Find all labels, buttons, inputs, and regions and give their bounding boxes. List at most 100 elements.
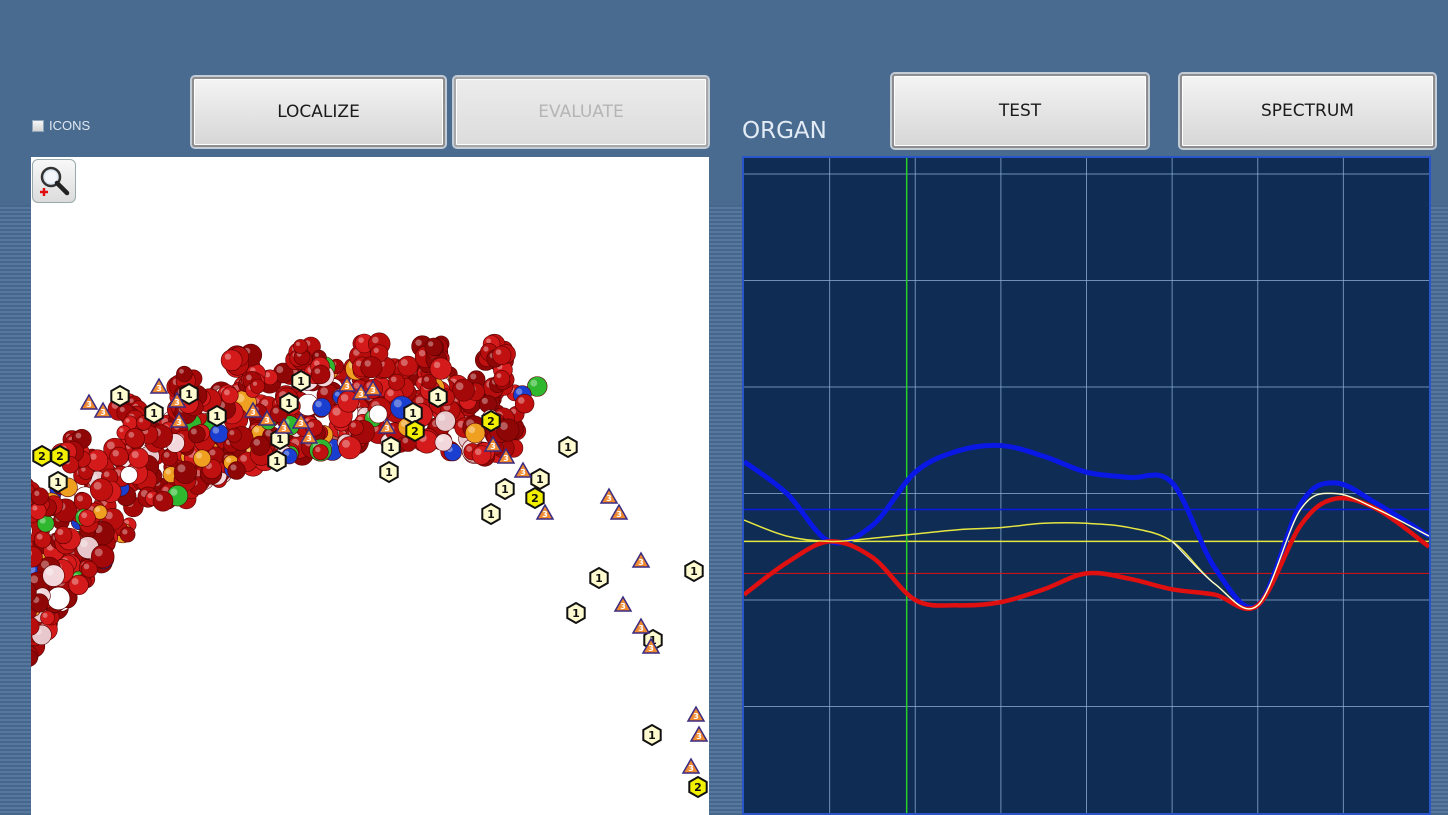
atom [424,337,443,357]
atom [226,427,242,443]
molecular-ring-model[interactable]: 1111111111112111211111122 212333333333333… [31,157,709,815]
marker-label: 3 [520,468,526,477]
atom [33,530,52,549]
atom-highlight [225,457,232,463]
marker-label: 3 [370,386,376,395]
zoom-in-icon[interactable] [32,159,76,203]
marker-hexagon: 1 [291,369,311,393]
marker-label: 1 [54,476,62,489]
molecule-viewer[interactable]: 1111111111112111211111122212333333333333… [31,157,709,815]
atom [338,436,362,460]
atom-highlight [93,481,102,490]
marker-hexagon: 2 [32,444,52,468]
marker-label: 3 [620,602,626,611]
atom [46,586,71,611]
atom-highlight [71,578,79,585]
atom-highlight [393,399,402,408]
atom-highlight [496,373,502,379]
atom-highlight [190,428,197,435]
marker-hexagon: 1 [48,470,68,494]
atom-highlight [418,349,426,357]
atom [119,526,136,543]
atom-highlight [36,533,43,540]
marker-label: 3 [616,510,622,519]
marker-hexagon: 1 [642,723,662,747]
atom [173,460,198,484]
atom [54,526,73,545]
atom [68,574,89,596]
atom [80,560,98,578]
marker-triangle: 3 [609,503,629,520]
marker-hexagon: 1 [481,502,501,526]
atom [293,339,308,354]
atom-highlight [128,431,135,438]
atom [124,428,145,449]
atom-highlight [177,464,186,473]
atom [188,425,206,444]
marker-label: 1 [536,473,544,486]
atom-highlight [81,467,86,472]
atom-highlight [400,359,408,367]
atom-highlight [165,468,171,475]
marker-hexagon: 1 [144,401,164,425]
atom [78,509,96,527]
atom-highlight [212,427,220,434]
atom-highlight [340,394,349,402]
atom [368,404,388,424]
atom-highlight [518,397,525,404]
icons-toggle[interactable]: ICONS [32,118,90,133]
marker-hexagon: 1 [495,477,515,501]
atom [89,478,114,502]
atom-highlight [240,454,248,462]
atom [209,424,229,444]
atom [74,492,93,511]
marker-label: 2 [531,492,539,505]
atom [397,355,419,377]
localize-button[interactable]: LOCALIZE [192,77,445,147]
atom-highlight [76,495,84,502]
organ-spectrum-chart[interactable] [742,156,1431,815]
chart-plot-area[interactable] [742,158,1431,813]
divider-stripe [709,205,742,815]
marker-triangle: 3 [631,551,651,568]
atom-highlight [223,389,230,396]
atom [31,487,49,506]
atom-highlight [402,437,409,444]
atom-highlight [45,568,54,576]
atom-highlight [119,428,124,433]
marker-label: 2 [411,425,419,438]
atom-highlight [272,407,279,414]
marker-hexagon: 2 [481,409,501,433]
marker-label: 1 [564,441,572,454]
marker-label: 3 [384,424,390,433]
test-button[interactable]: TEST [892,74,1148,148]
atom [492,345,512,365]
marker-label: 1 [273,455,281,468]
atom-highlight [123,469,130,476]
marker-label: 3 [648,644,654,653]
atom-highlight [455,382,464,391]
marker-label: 3 [306,434,312,443]
atom [128,447,150,469]
marker-label: 3 [264,416,270,425]
marker-label: 1 [648,729,656,742]
atom-highlight [530,379,538,387]
atom-highlight [253,438,261,446]
marker-hexagon: 1 [403,401,423,425]
icons-checkbox[interactable] [32,119,44,132]
atom-highlight [264,372,271,378]
marker-triangle: 3 [681,757,701,774]
marker-triangle: 3 [599,487,619,504]
atom-highlight [147,493,153,499]
atom-highlight [230,464,237,471]
atom-highlight [481,397,488,405]
atom-highlight [209,449,216,456]
organ-label: ORGAN [742,118,827,144]
atom-highlight [350,422,356,428]
marker-label: 3 [100,408,106,417]
marker-hexagon: 1 [207,404,227,428]
marker-triangle: 3 [631,617,651,634]
spectrum-button[interactable]: SPECTRUM [1180,74,1435,148]
evaluate-button[interactable]: EVALUATE [454,77,708,147]
marker-label: 1 [690,565,698,578]
